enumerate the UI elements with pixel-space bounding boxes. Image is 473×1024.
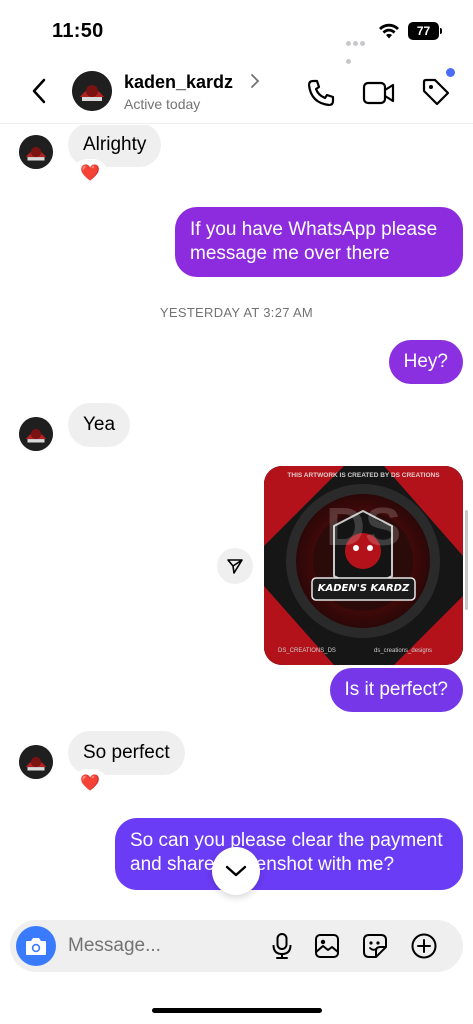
chevron-right-icon[interactable] [250, 73, 260, 89]
scroll-to-bottom-button[interactable] [212, 847, 260, 895]
message-thread[interactable]: Alrighty ❤️ If you have WhatsApp please … [0, 125, 473, 915]
message-input[interactable] [68, 934, 248, 958]
notification-dot [446, 68, 455, 77]
chat-header: kaden_kardz Active today [0, 60, 473, 124]
camera-button[interactable] [16, 926, 56, 966]
forward-button[interactable] [217, 548, 253, 584]
wifi-icon [379, 23, 399, 39]
sender-avatar[interactable] [19, 135, 53, 169]
plus-circle-icon [411, 933, 437, 959]
sticker-icon [363, 934, 387, 958]
camera-icon [26, 938, 46, 955]
microphone-icon [272, 933, 292, 959]
chevron-down-icon [225, 865, 247, 877]
back-arrow-icon [32, 78, 46, 104]
incoming-message[interactable]: So perfect [68, 731, 185, 775]
sender-avatar[interactable] [19, 745, 53, 779]
video-call-button[interactable] [362, 77, 396, 109]
image-brand-title: KADEN'S KARDZ [317, 583, 410, 594]
date-separator: YESTERDAY AT 3:27 AM [159, 305, 314, 320]
video-camera-icon [362, 81, 395, 105]
image-credit-left: DS_CREATIONS_DS [278, 648, 336, 654]
contact-activity-status: Active today [124, 96, 201, 112]
add-button[interactable] [410, 932, 438, 960]
contact-username[interactable]: kaden_kardz [124, 72, 233, 93]
gallery-button[interactable] [313, 932, 341, 960]
battery-icon: 77 [408, 22, 442, 40]
tag-icon [422, 78, 450, 106]
sender-avatar[interactable] [19, 417, 53, 451]
voice-call-button[interactable] [305, 77, 337, 109]
shared-image[interactable]: KADEN'S KARDZ DS THIS ARTWORK IS CREATED… [264, 466, 463, 665]
send-arrow-icon [227, 559, 243, 574]
scrollbar[interactable] [465, 510, 468, 610]
outgoing-message[interactable]: Hey? [388, 340, 463, 384]
image-credit-right: ds_creations_designs [374, 648, 433, 654]
signal-dots-icon [346, 33, 372, 64]
message-composer [10, 920, 463, 972]
sticker-button[interactable] [361, 932, 389, 960]
tag-button[interactable] [420, 76, 452, 108]
image-ring-text: THIS ARTWORK IS CREATED BY DS CREATIONS [287, 472, 440, 479]
heart-reaction[interactable]: ❤️ [74, 161, 106, 187]
phone-icon [307, 79, 335, 107]
contact-avatar[interactable] [72, 71, 112, 111]
heart-reaction[interactable]: ❤️ [74, 771, 106, 797]
gallery-icon [315, 934, 339, 958]
image-watermark: DS [325, 497, 401, 557]
microphone-button[interactable] [268, 932, 296, 960]
incoming-message[interactable]: Yea [68, 403, 131, 447]
outgoing-message[interactable]: Is it perfect? [329, 668, 463, 712]
status-bar: 11:50 77 [0, 0, 473, 64]
heart-icon: ❤️ [80, 775, 100, 792]
outgoing-message[interactable]: So can you please clear the payment and … [115, 818, 463, 890]
battery-level: 77 [408, 22, 439, 40]
home-indicator[interactable] [152, 1008, 322, 1013]
status-time: 11:50 [52, 20, 104, 42]
outgoing-message[interactable]: If you have WhatsApp please message me o… [175, 207, 463, 277]
heart-icon: ❤️ [80, 165, 100, 182]
back-button[interactable] [24, 74, 54, 108]
